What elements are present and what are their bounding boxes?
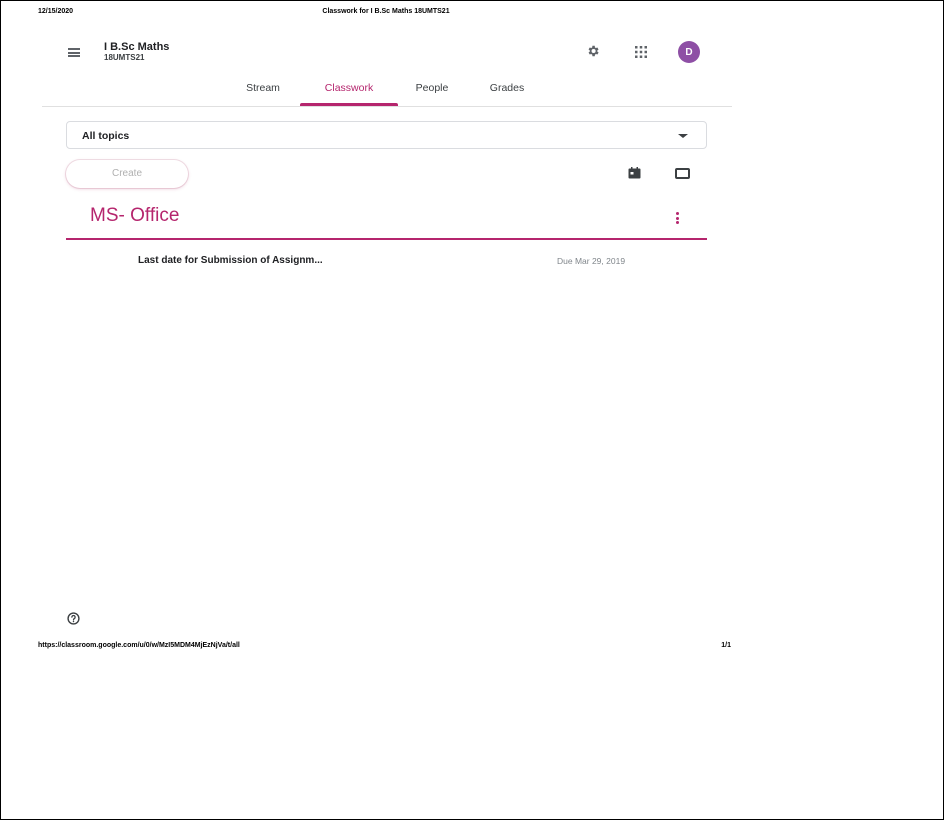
chevron-down-icon [678, 134, 688, 138]
class-name[interactable]: I B.Sc Maths [104, 41, 169, 53]
tab-people[interactable]: People [408, 80, 456, 105]
folder-icon[interactable] [675, 168, 690, 179]
print-title: Classwork for I B.Sc Maths 18UMTS21 [322, 8, 450, 15]
gear-icon[interactable] [586, 44, 600, 58]
create-button[interactable]: Create [66, 160, 188, 188]
list-item[interactable]: Last date for Submission of Assignm... D… [66, 252, 707, 272]
print-page-number: 1/1 [721, 642, 731, 649]
assignment-title: Last date for Submission of Assignm... [138, 255, 323, 266]
tab-classwork[interactable]: Classwork [300, 80, 398, 106]
topic-filter-dropdown[interactable]: All topics [66, 121, 707, 149]
topic-divider [66, 238, 707, 240]
apps-icon[interactable] [635, 46, 647, 58]
calendar-icon[interactable] [628, 167, 641, 179]
help-icon[interactable] [67, 612, 80, 625]
class-section: 18UMTS21 [104, 53, 145, 62]
assignment-due-date: Due Mar 29, 2019 [557, 256, 626, 266]
tab-stream[interactable]: Stream [238, 80, 288, 105]
tab-bar: Stream Classwork People Grades [42, 80, 732, 107]
avatar[interactable]: D [678, 41, 700, 63]
menu-icon[interactable] [68, 48, 80, 57]
print-url: https://classroom.google.com/u/0/w/MzI5M… [38, 642, 240, 649]
more-vert-icon[interactable] [676, 212, 680, 224]
app-bar: I B.Sc Maths 18UMTS21 D [42, 38, 732, 68]
topic-title: MS- Office [90, 205, 180, 226]
topic-filter-value: All topics [82, 130, 130, 142]
tab-grades[interactable]: Grades [482, 80, 532, 105]
